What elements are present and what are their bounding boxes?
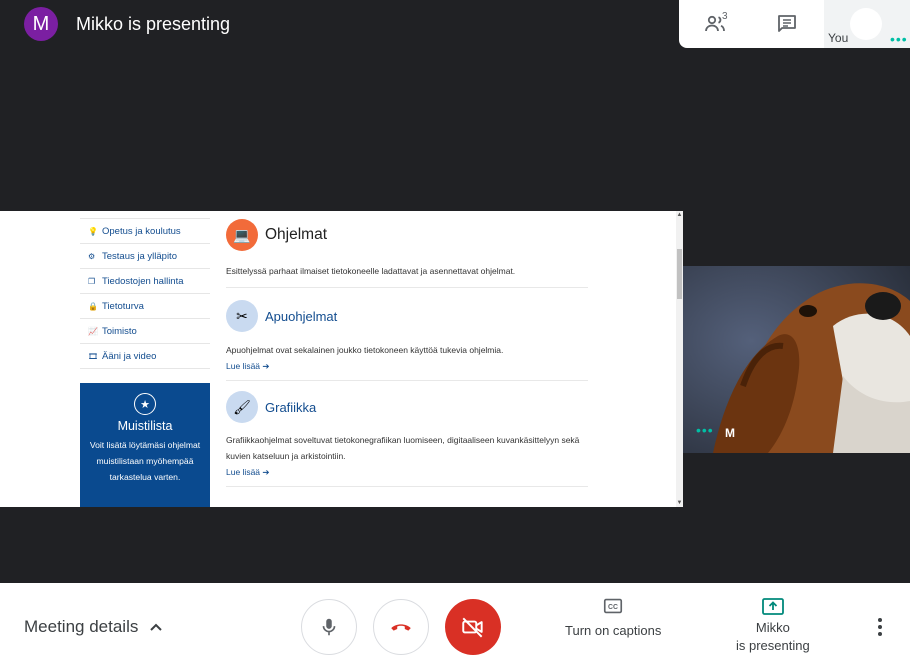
participant-thumbnail[interactable]: ••• M: [683, 266, 910, 453]
people-button[interactable]: 3: [679, 0, 751, 48]
chart-icon: 📈: [88, 326, 98, 336]
chevron-up-icon: [150, 623, 163, 631]
presenting-label-line1: Mikko: [755, 620, 790, 635]
presenting-button[interactable]: Mikko is presenting: [736, 597, 810, 655]
read-more-label: Lue lisää: [226, 467, 261, 477]
read-more-label: Lue lisää: [226, 361, 261, 371]
site-nav-item[interactable]: ⚙ Testaus ja ylläpito: [80, 244, 210, 269]
lock-icon: 🔒: [88, 301, 98, 311]
computer-icon: 💻: [226, 219, 258, 251]
article-description: Esittelyssä parhaat ilmaiset tietokoneel…: [226, 266, 516, 276]
self-more-icon[interactable]: •••: [890, 32, 908, 46]
lightbulb-icon: 💡: [88, 226, 98, 236]
nav-partial-item: [80, 211, 210, 219]
more-options-button[interactable]: [868, 615, 892, 639]
shared-screen: 💡 Opetus ja koulutus ⚙ Testaus ja ylläpito ❐…: [0, 211, 683, 507]
article-item: 💻 Ohjelmat Esittelyssä parhaat ilmaiset ti…: [226, 211, 588, 288]
captions-label: Turn on captions: [565, 623, 662, 638]
site-nav-label: Opetus ja koulutus: [102, 225, 181, 237]
site-nav-label: Toimisto: [102, 325, 137, 337]
chat-button[interactable]: [751, 0, 823, 48]
article-item: ✂ Apuohjelmat Apuohjelmat ovat sekalainen …: [226, 288, 588, 381]
svg-text:CC: CC: [608, 604, 618, 611]
site-nav-item[interactable]: 📈 Toimisto: [80, 319, 210, 344]
scrollbar-thumb[interactable]: [677, 249, 682, 299]
closed-captions-icon: CC: [604, 598, 623, 614]
self-tile[interactable]: You •••: [824, 0, 910, 48]
camera-button[interactable]: [445, 599, 501, 655]
read-more-link[interactable]: Lue lisää ➔: [226, 467, 588, 478]
screen-scrollbar[interactable]: ▲ ▼: [676, 211, 683, 507]
read-more-link[interactable]: Lue lisää ➔: [226, 361, 588, 372]
people-count: 3: [722, 11, 728, 22]
scissors-icon: ✂: [226, 300, 258, 332]
promo-box: ★ Muistilista Voit lisätä löytämäsi ohje…: [80, 383, 210, 507]
star-icon: ★: [134, 393, 156, 415]
camera-off-icon: [462, 617, 483, 638]
bottom-control-bar: Meeting details CC Turn on captions Mikk…: [0, 583, 910, 671]
gear-icon: ⚙: [88, 251, 96, 261]
arrow-right-icon: ➔: [262, 467, 270, 477]
site-nav-label: Testaus ja ylläpito: [102, 250, 177, 262]
meeting-details-label: Meeting details: [24, 617, 139, 636]
files-icon: ❐: [88, 276, 96, 286]
self-avatar: [850, 8, 882, 40]
site-nav-label: Ääni ja video: [102, 350, 157, 362]
microphone-icon: [322, 618, 336, 636]
participant-name: M: [725, 426, 735, 440]
article-list: 💻 Ohjelmat Esittelyssä parhaat ilmaiset ti…: [226, 211, 588, 487]
presenter-avatar: M: [24, 7, 58, 41]
scroll-down-icon[interactable]: ▼: [676, 499, 683, 507]
article-title[interactable]: Ohjelmat: [265, 226, 327, 244]
site-nav-label: Tiedostojen hallinta: [102, 275, 184, 287]
scroll-up-icon[interactable]: ▲: [676, 211, 683, 219]
article-title[interactable]: Apuohjelmat: [265, 309, 337, 324]
site-nav-item[interactable]: ❐ Tiedostojen hallinta: [80, 269, 210, 294]
promo-text: Voit lisätä löytämäsi ohjelmat muistilis…: [89, 440, 201, 482]
brush-icon: 🖌: [226, 391, 258, 423]
participant-more-icon[interactable]: •••: [696, 423, 714, 437]
arrow-right-icon: ➔: [262, 361, 270, 371]
article-description: Apuohjelmat ovat sekalainen joukko tieto…: [226, 345, 504, 355]
dog-video-frame: [683, 266, 910, 453]
promo-title: Muistilista: [117, 419, 173, 433]
hang-up-icon: [391, 624, 411, 631]
self-label: You: [828, 31, 849, 45]
microphone-button[interactable]: [301, 599, 357, 655]
article-header[interactable]: 💻 Ohjelmat: [226, 219, 588, 251]
article-header[interactable]: ✂ Apuohjelmat: [226, 300, 588, 332]
article-title[interactable]: Grafiikka: [265, 400, 316, 415]
film-icon: 🎞: [88, 351, 99, 361]
article-header[interactable]: 🖌 Grafiikka: [226, 391, 588, 423]
leave-call-button[interactable]: [373, 599, 429, 655]
present-screen-icon: [761, 598, 784, 615]
captions-button[interactable]: CC Turn on captions: [565, 595, 661, 638]
site-nav-item[interactable]: 🔒 Tietoturva: [80, 294, 210, 319]
top-panel: 3 You •••: [679, 0, 910, 48]
presenter-title: Mikko is presenting: [76, 14, 231, 34]
article-item: 🖌 Grafiikka Grafiikkaohjelmat soveltuvat t…: [226, 381, 588, 487]
site-nav-label: Tietoturva: [102, 300, 144, 312]
more-vert-icon: [878, 618, 882, 636]
site-side-nav: 💡 Opetus ja koulutus ⚙ Testaus ja ylläpito ❐…: [80, 211, 210, 369]
presenting-label-line2: is presenting: [736, 638, 810, 653]
meeting-details-button[interactable]: Meeting details: [24, 617, 164, 637]
site-nav-item[interactable]: 🎞 Ääni ja video: [80, 344, 210, 369]
chat-icon: [778, 15, 796, 32]
site-nav-item[interactable]: 💡 Opetus ja koulutus: [80, 219, 210, 244]
article-description: Grafiikkaohjelmat soveltuvat tietokonegr…: [226, 435, 580, 461]
